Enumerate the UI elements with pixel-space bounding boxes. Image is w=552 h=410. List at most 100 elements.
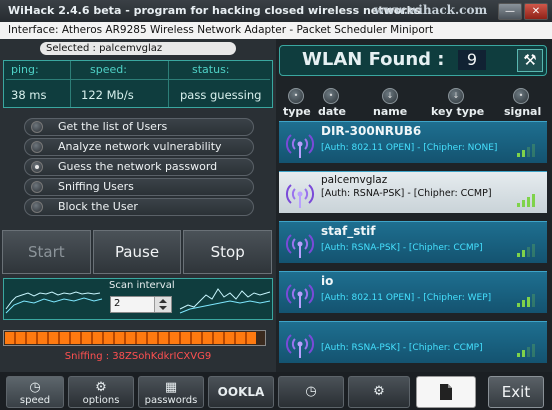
key-type-sort-icon[interactable]: ↓ [448, 88, 464, 104]
menu-item[interactable]: Get the list of Users [24, 118, 254, 136]
scan-interval-value: 2 [114, 298, 121, 309]
radio-button[interactable] [31, 181, 43, 193]
antenna-icon [285, 184, 315, 208]
stats-separator [6, 79, 270, 80]
stepper-arrows-icon [159, 299, 167, 310]
scan-interval-stepper[interactable]: 2 [110, 296, 172, 313]
network-name: staf_stif [321, 224, 376, 238]
signal-bar [527, 197, 530, 207]
traffic-graph-panel: Scan interval 2 [3, 278, 273, 320]
document-icon [440, 384, 452, 400]
signal-sort-icon[interactable]: • [513, 88, 529, 104]
ookla-logo: OOKLA [217, 385, 265, 399]
ping-label: ping: [11, 63, 39, 76]
radio-button[interactable] [31, 161, 43, 173]
signal-bar [522, 350, 525, 357]
network-detail: [Auth: 802.11 OPEN] - [Chipher: WEP] [321, 293, 492, 303]
menu-item[interactable]: Block the User [24, 198, 254, 216]
passwords-button[interactable]: ▦ passwords [138, 376, 204, 408]
wlan-found-panel: WLAN Found : 9 ⚒ [279, 45, 547, 76]
signal-bar [522, 300, 525, 307]
antenna-icon [285, 334, 315, 358]
menu-item[interactable]: Guess the network password [24, 158, 254, 176]
exit-button[interactable]: Exit [488, 376, 544, 408]
speed-label: speed [19, 395, 51, 406]
col-type[interactable]: type [283, 105, 311, 118]
sniffing-status: Sniffing : 38ZSohKdkrICXVG9 [64, 351, 212, 362]
progress-fill [5, 332, 257, 344]
history-button[interactable]: ◷ [278, 376, 344, 408]
ping-value: 38 ms [11, 88, 47, 102]
status-label: status: [192, 63, 230, 76]
menu-item-label: Guess the network password [58, 160, 218, 173]
app-window: WiHack 2.4.6 beta - program for hacking … [0, 0, 552, 410]
network-list: DIR-300NRUB6 [Auth: 802.11 OPEN] - [Chiph… [279, 121, 547, 369]
stop-button[interactable]: Stop [183, 230, 273, 274]
col-signal[interactable]: signal [504, 105, 541, 118]
signal-bar [527, 297, 530, 307]
network-row[interactable]: staf_stif [Auth: RSNA-PSK] - [Chipher: CC… [279, 221, 547, 263]
signal-bar [517, 303, 520, 307]
menu-item[interactable]: Sniffing Users [24, 178, 254, 196]
signal-icon [517, 143, 537, 157]
menu-item-label: Analyze network vulnerability [58, 140, 222, 153]
col-date[interactable]: date [318, 105, 346, 118]
menu-item-label: Get the list of Users [58, 120, 168, 133]
speed-value: 122 Mb/s [81, 88, 134, 102]
pause-button[interactable]: Pause [92, 230, 182, 274]
antenna-icon [285, 134, 315, 158]
document-button[interactable] [416, 376, 476, 408]
speed-label: speed: [90, 63, 127, 76]
settings-button[interactable]: ⚙ [348, 376, 410, 408]
signal-bar [532, 244, 535, 257]
signal-bar [532, 194, 535, 207]
stepper-arrows[interactable] [154, 297, 171, 312]
network-row[interactable]: DIR-300NRUB6 [Auth: 802.11 OPEN] - [Chiph… [279, 121, 547, 163]
start-button[interactable]: Start [2, 230, 91, 274]
signal-bar [517, 153, 520, 157]
signal-icon [517, 243, 537, 257]
stats-divider [168, 61, 169, 107]
wlan-found-label: WLAN Found : [302, 49, 445, 70]
window-controls: — ✕ [498, 3, 548, 20]
name-sort-icon[interactable]: ↓ [382, 88, 398, 104]
radio-button[interactable] [31, 201, 43, 213]
type-sort-icon[interactable]: • [288, 88, 304, 104]
col-key-type[interactable]: key type [431, 105, 484, 118]
ookla-button[interactable]: OOKLA [208, 376, 274, 408]
network-detail: [Auth: RSNA-PSK] - [Chipher: CCMP] [321, 243, 483, 253]
network-name: io [321, 274, 334, 288]
network-detail: [Auth: 802.11 OPEN] - [Chipher: NONE] [321, 143, 498, 153]
signal-bar [527, 347, 530, 357]
options-label: options [82, 395, 120, 406]
radio-button[interactable] [31, 121, 43, 133]
signal-bar [522, 200, 525, 207]
website-url[interactable]: www.wihack.com [374, 3, 487, 17]
speed-button[interactable]: ◷ speed [6, 376, 64, 408]
network-row[interactable]: io [Auth: 802.11 OPEN] - [Chipher: WEP] [279, 271, 547, 313]
network-row[interactable]: [Auth: RSNA-PSK] - [Chipher: CCMP] [279, 321, 547, 363]
selected-network-label: Selected : palcemvglaz [40, 42, 236, 55]
signal-bar [517, 353, 520, 357]
interface-label: Interface: Atheros AR9285 Wireless Netwo… [0, 22, 552, 39]
wlan-count: 9 [458, 50, 486, 70]
antenna-icon [285, 234, 315, 258]
minimize-button[interactable]: — [498, 3, 522, 20]
title-bar: WiHack 2.4.6 beta - program for hacking … [0, 0, 552, 22]
gear-icon: ⚙ [373, 384, 385, 399]
clock-icon: ◷ [305, 384, 317, 399]
close-button[interactable]: ✕ [524, 3, 548, 20]
signal-bar [517, 203, 520, 207]
col-name[interactable]: name [373, 105, 407, 118]
network-row[interactable]: palcemvglaz [Auth: RSNA-PSK] - [Chipher: … [279, 171, 547, 213]
network-name: DIR-300NRUB6 [321, 124, 422, 138]
signal-bar [522, 150, 525, 157]
radio-button[interactable] [31, 141, 43, 153]
scan-interval-label: Scan interval [109, 280, 175, 291]
options-button[interactable]: ⚙ options [68, 376, 134, 408]
signal-icon [517, 293, 537, 307]
menu-item-label: Block the User [58, 200, 138, 213]
tools-icon[interactable]: ⚒ [517, 49, 543, 72]
date-sort-icon[interactable]: • [323, 88, 339, 104]
menu-item[interactable]: Analyze network vulnerability [24, 138, 254, 156]
